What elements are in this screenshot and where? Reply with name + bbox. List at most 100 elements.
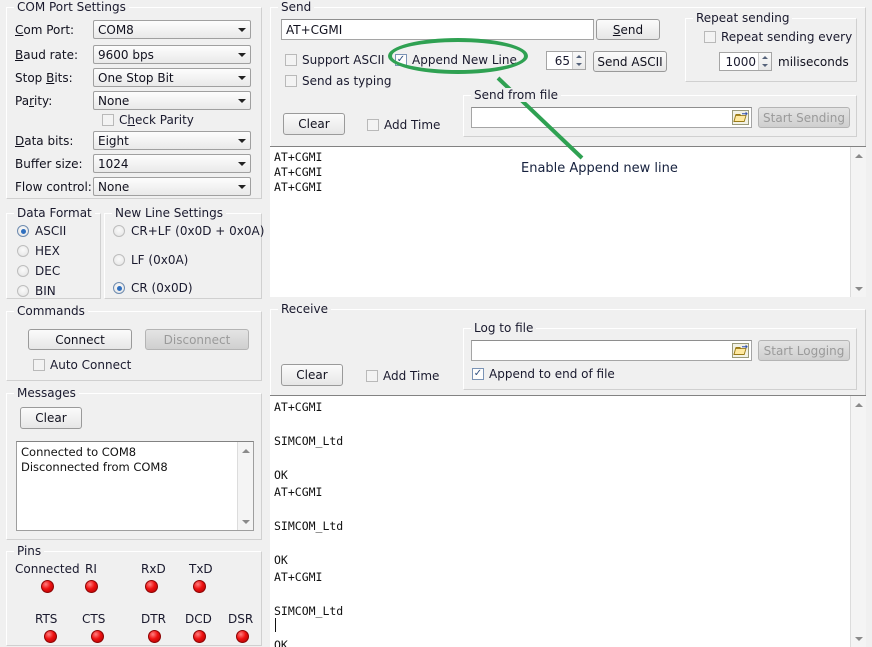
receive-add-time-checkbox[interactable]: Add Time [366, 369, 439, 383]
stepper-buttons[interactable] [758, 53, 771, 70]
send-add-time-checkbox[interactable]: Add Time [367, 118, 440, 132]
messages-title: Messages [14, 386, 79, 400]
stepper-down-icon[interactable] [573, 61, 585, 70]
baud-rate-label: Baud rate: [15, 48, 78, 62]
send-file-path-input[interactable] [471, 107, 752, 128]
send-command-input[interactable]: AT+CGMI [281, 19, 594, 40]
stepper-buttons[interactable] [572, 52, 585, 69]
send-log-scrollbar[interactable] [850, 147, 866, 297]
radio-data-format-ascii[interactable]: ASCII [17, 224, 66, 238]
scroll-up-icon[interactable] [851, 148, 866, 163]
chevron-down-icon[interactable] [233, 53, 250, 57]
buffer-size-value: 1024 [94, 157, 233, 171]
messages-log-pane[interactable]: Connected to COM8 Disconnected from COM8 [16, 441, 254, 531]
radio-data-format-hex[interactable]: HEX [17, 244, 60, 258]
log-file-path-input[interactable] [471, 340, 752, 361]
parity-select[interactable]: None [93, 91, 251, 110]
com-port-select[interactable]: COM8 [93, 20, 251, 39]
send-add-time-label: Add Time [384, 118, 440, 132]
flow-control-select[interactable]: None [93, 177, 251, 196]
parity-label: Parity: [15, 94, 52, 108]
stepper-down-icon[interactable] [759, 62, 771, 71]
scroll-down-icon[interactable] [851, 281, 866, 296]
receive-title: Receive [278, 302, 331, 316]
pins-title: Pins [14, 544, 44, 558]
folder-open-icon[interactable] [732, 110, 749, 125]
messages-clear-button[interactable]: Clear [20, 407, 82, 429]
checkbox-box [285, 54, 297, 66]
receive-log-pane[interactable]: AT+CGMI SIMCOM_Ltd OK AT+CGMI SIMCOM_Ltd… [270, 395, 866, 647]
send-button[interactable]: Send [596, 19, 660, 40]
chevron-down-icon[interactable] [233, 28, 250, 32]
chevron-down-icon[interactable] [233, 139, 250, 143]
messages-scrollbar[interactable] [237, 442, 253, 530]
receive-log-scrollbar[interactable] [850, 396, 866, 647]
radio-newline-crlf[interactable]: CR+LF (0x0D + 0x0A) [113, 224, 264, 238]
send-ascii-button[interactable]: Send ASCII [593, 51, 667, 72]
pin-led-cts [91, 630, 104, 643]
start-sending-button[interactable]: Start Sending [758, 107, 850, 128]
checkbox-box [395, 54, 407, 66]
chevron-down-icon[interactable] [233, 185, 250, 189]
checkbox-box [102, 114, 114, 126]
repeat-interval-stepper[interactable]: 1000 [719, 52, 772, 71]
ascii-code-stepper[interactable]: 65 [546, 51, 586, 70]
chevron-down-icon[interactable] [233, 99, 250, 103]
start-sending-label: Start Sending [763, 111, 845, 125]
radio-label: CR (0x0D) [131, 281, 193, 295]
connect-button[interactable]: Connect [28, 329, 132, 350]
checkbox-box [704, 31, 716, 43]
pin-led-ri [85, 580, 98, 593]
data-format-title: Data Format [14, 206, 95, 220]
stepper-up-icon[interactable] [573, 52, 585, 61]
pin-led-connected [41, 580, 54, 593]
receive-clear-button[interactable]: Clear [281, 364, 343, 386]
repeat-sending-checkbox[interactable]: Repeat sending every [704, 30, 852, 44]
radio-newline-lf[interactable]: LF (0x0A) [113, 253, 188, 267]
data-bits-select[interactable]: Eight [93, 131, 251, 150]
commands-title: Commands [14, 304, 88, 318]
append-new-line-checkbox[interactable]: Append New Line [395, 53, 517, 67]
scroll-down-icon[interactable] [238, 514, 253, 529]
chevron-down-icon[interactable] [233, 162, 250, 166]
buffer-size-select[interactable]: 1024 [93, 154, 251, 173]
radio-data-format-bin[interactable]: BIN [17, 284, 56, 298]
folder-open-icon[interactable] [732, 343, 749, 358]
support-ascii-checkbox[interactable]: Support ASCII [285, 53, 385, 67]
radio-data-format-dec[interactable]: DEC [17, 264, 60, 278]
append-to-end-checkbox[interactable]: Append to end of file [472, 367, 615, 381]
scroll-up-icon[interactable] [238, 443, 253, 458]
repeat-sending-label: Repeat sending every [721, 30, 852, 44]
stop-bits-select[interactable]: One Stop Bit [93, 68, 251, 87]
com-port-value: COM8 [94, 23, 233, 37]
send-clear-button[interactable]: Clear [283, 113, 345, 135]
send-ascii-label: Send ASCII [597, 55, 662, 69]
checkbox-box [33, 359, 45, 371]
auto-connect-checkbox[interactable]: Auto Connect [33, 358, 131, 372]
text-cursor [275, 618, 276, 632]
baud-rate-select[interactable]: 9600 bps [93, 45, 251, 64]
stepper-up-icon[interactable] [759, 53, 771, 62]
baud-rate-value: 9600 bps [94, 48, 233, 62]
pin-led-dcd [193, 630, 206, 643]
disconnect-button-label: Disconnect [164, 333, 231, 347]
pin-led-rxd [145, 580, 158, 593]
radio-dot [17, 245, 29, 257]
scroll-up-icon[interactable] [851, 397, 866, 412]
pin-label-ri: RI [85, 562, 97, 576]
checkbox-box [366, 370, 378, 382]
stop-bits-value: One Stop Bit [94, 71, 233, 85]
pin-led-dsr [236, 630, 249, 643]
new-line-settings-title: New Line Settings [112, 206, 226, 220]
com-port-settings-title: COM Port Settings [14, 0, 129, 14]
start-logging-button[interactable]: Start Logging [758, 340, 850, 361]
send-as-typing-checkbox[interactable]: Send as typing [285, 74, 391, 88]
check-parity-checkbox[interactable]: Check Parity [102, 113, 194, 127]
disconnect-button[interactable]: Disconnect [145, 329, 249, 350]
radio-newline-cr[interactable]: CR (0x0D) [113, 281, 193, 295]
new-line-settings-group: New Line Settings CR+LF (0x0D + 0x0A) LF… [104, 213, 262, 299]
scroll-down-icon[interactable] [851, 631, 866, 646]
radio-label: ASCII [35, 224, 66, 238]
messages-clear-label: Clear [35, 411, 66, 425]
chevron-down-icon[interactable] [233, 76, 250, 80]
